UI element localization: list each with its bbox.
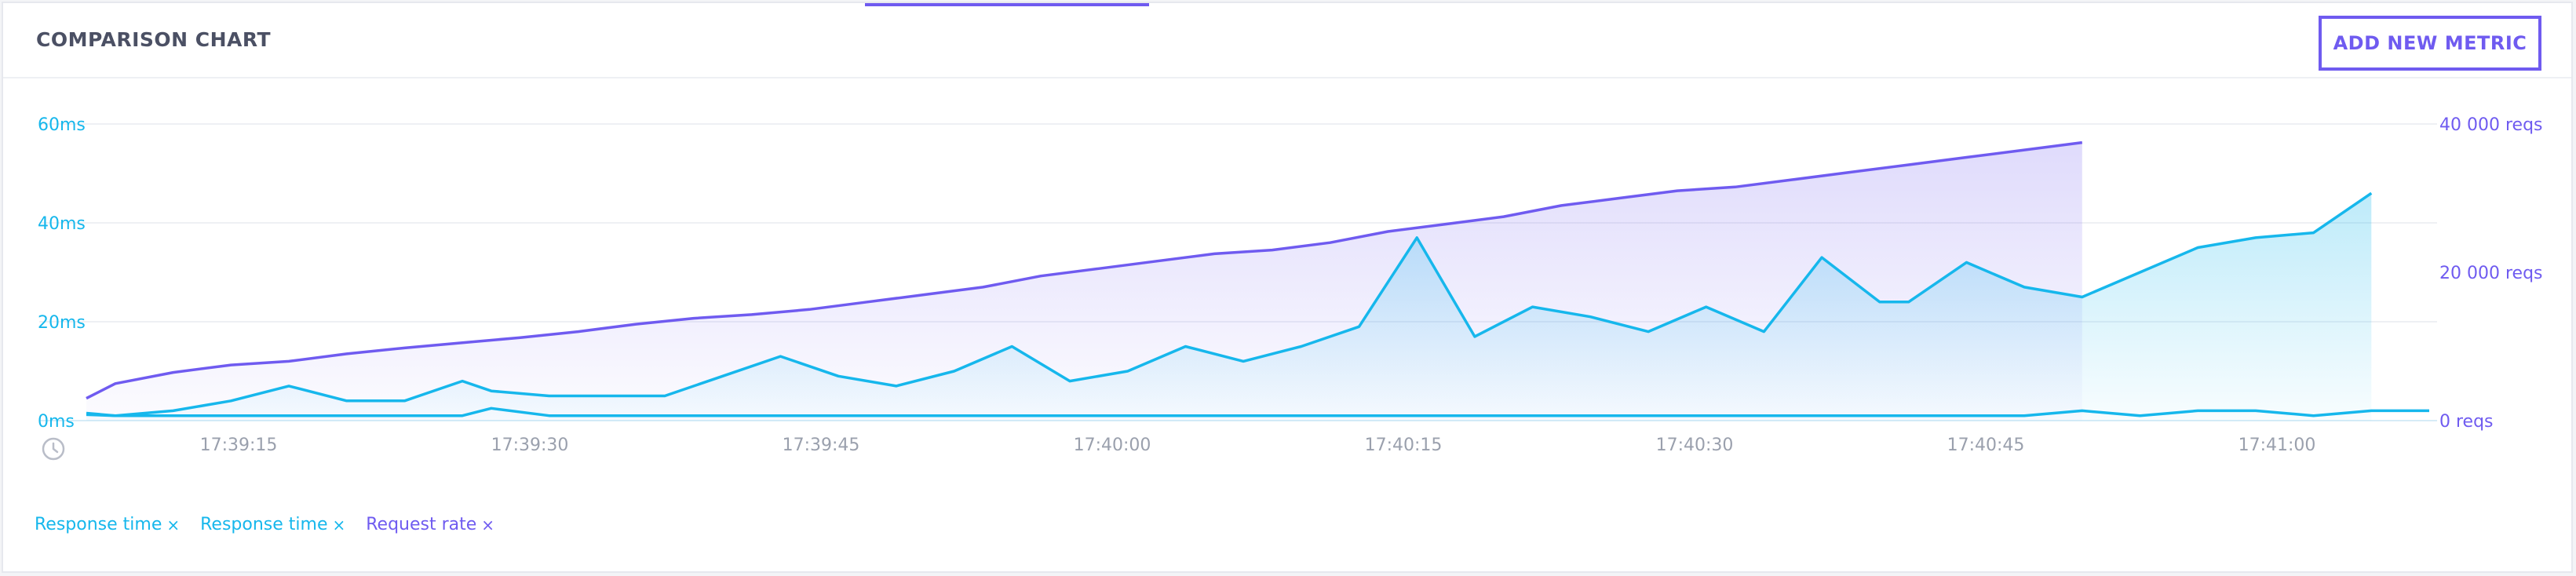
x-tick-label: 17:39:15 [200, 436, 278, 455]
y-right-tick-label: 0 reqs [2439, 412, 2494, 432]
legend-label: Request rate [366, 515, 477, 534]
y-left-tick-label: 60ms [38, 115, 86, 135]
remove-icon[interactable]: × [332, 516, 345, 534]
comparison-line-chart: 60ms 40ms 20ms 0ms 40 000 reqs 20 000 reqs 0 r… [38, 115, 2543, 461]
x-tick-label: 17:41:00 [2238, 436, 2316, 455]
chart-legend: Response time × Response time × Request … [35, 515, 494, 534]
legend-item-response-time-2[interactable]: Response time × [200, 515, 345, 534]
y-right-tick-label: 40 000 reqs [2439, 115, 2543, 135]
y-left-tick-label: 0ms [38, 412, 75, 432]
legend-item-request-rate[interactable]: Request rate × [366, 515, 494, 534]
y-left-tick-label: 40ms [38, 214, 86, 234]
legend-item-response-time-1[interactable]: Response time × [35, 515, 180, 534]
x-tick-label: 17:40:00 [1074, 436, 1151, 455]
x-tick-label: 17:39:30 [491, 436, 569, 455]
legend-label: Response time [200, 515, 328, 534]
remove-icon[interactable]: × [166, 516, 180, 534]
chart-areas [86, 142, 2372, 421]
y-left-tick-label: 20ms [38, 313, 86, 333]
x-tick-label: 17:40:15 [1365, 436, 1443, 455]
legend-label: Response time [35, 515, 162, 534]
clock-icon [42, 437, 65, 461]
x-tick-label: 17:40:30 [1656, 436, 1734, 455]
y-right-tick-label: 20 000 reqs [2439, 264, 2543, 283]
x-tick-label: 17:40:45 [1947, 436, 2025, 455]
x-tick-label: 17:39:45 [783, 436, 860, 455]
remove-icon[interactable]: × [481, 516, 494, 534]
